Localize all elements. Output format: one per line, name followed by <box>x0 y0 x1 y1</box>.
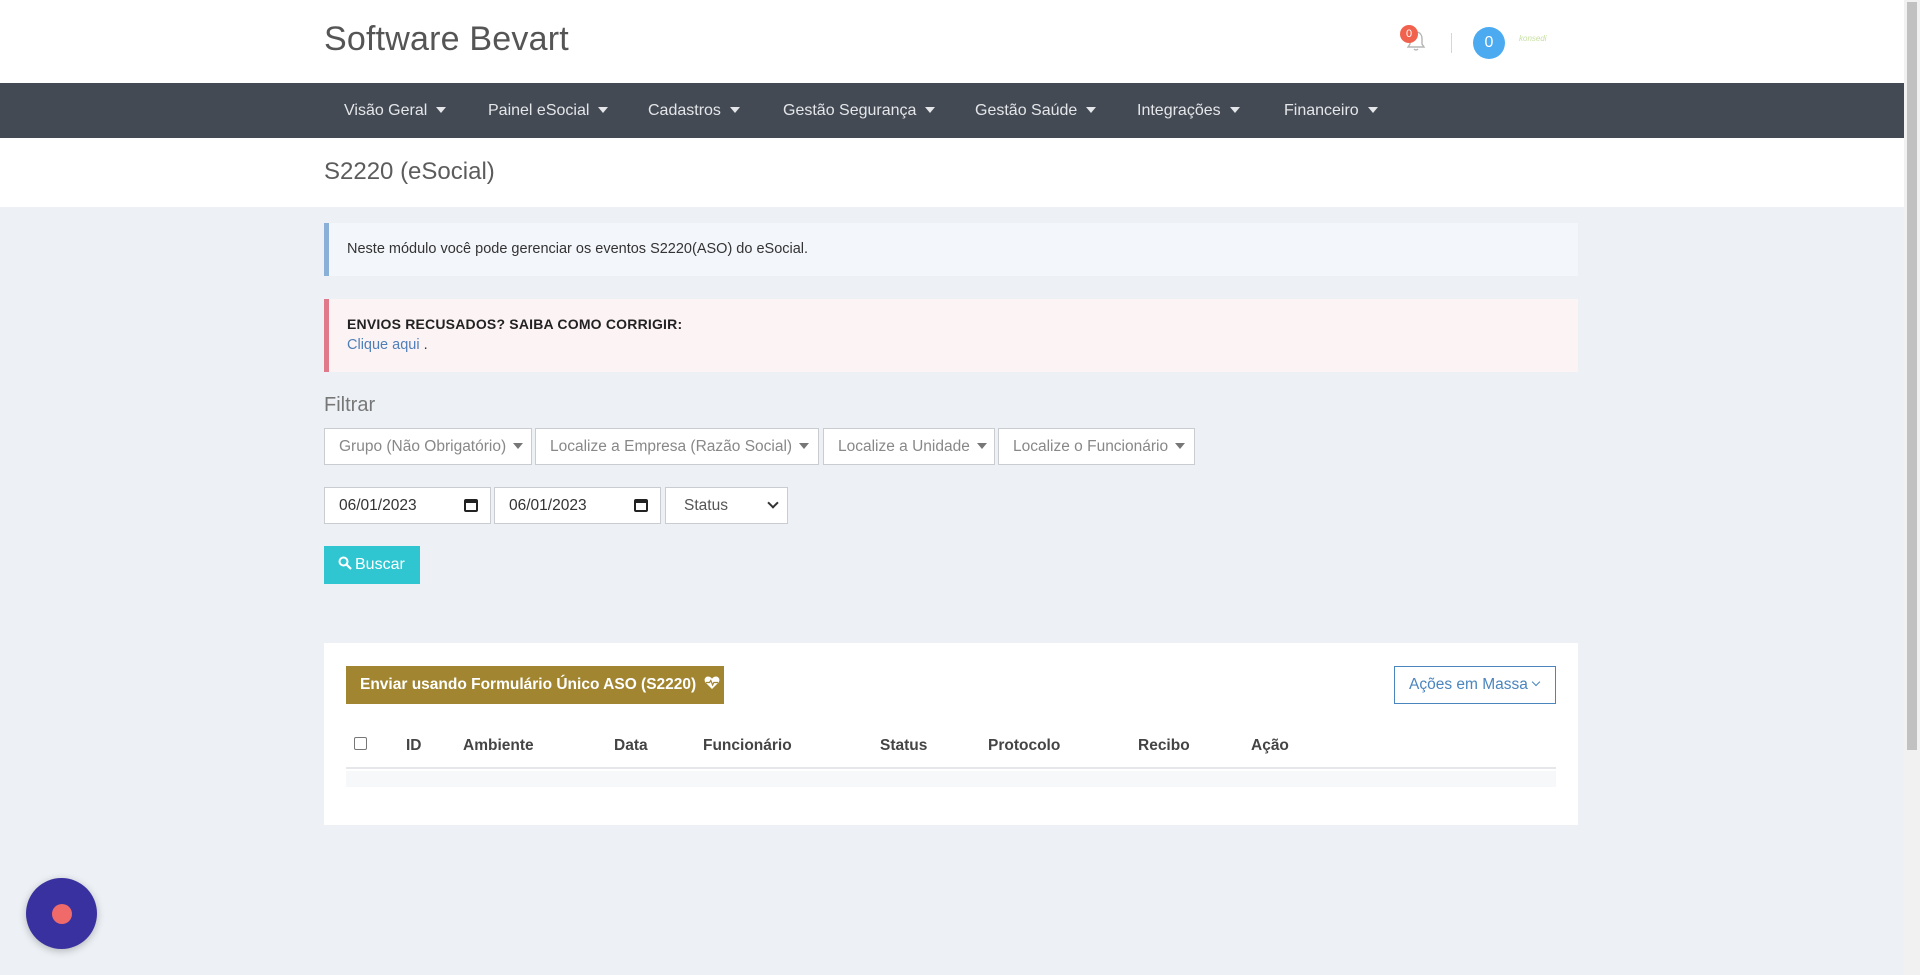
refused-alert-suffix: . <box>419 337 428 353</box>
scrollbar-thumb[interactable] <box>1907 2 1917 750</box>
caret-down-icon <box>729 106 740 113</box>
column-header[interactable]: Funcionário <box>703 737 792 755</box>
refused-alert-title: ENVIOS RECUSADOS? SAIBA COMO CORRIGIR: <box>347 316 683 332</box>
info-alert-text: Neste módulo você pode gerenciar os even… <box>347 241 809 257</box>
nav-painel-esocial[interactable]: Painel eSocial <box>488 83 609 138</box>
header-divider <box>1451 33 1452 53</box>
company-dropdown-label: Localize a Empresa (Razão Social) <box>550 438 793 455</box>
employee-dropdown[interactable]: Localize o Funcionário <box>998 428 1195 465</box>
mass-actions-label: Ações em Massa <box>1409 676 1528 693</box>
caret-down-icon <box>799 442 810 449</box>
chat-icon <box>52 904 72 924</box>
start-date-input[interactable]: 06/01/2023 <box>324 487 491 524</box>
filter-heading: Filtrar <box>324 394 376 416</box>
nav-label: Cadastros <box>648 102 721 119</box>
heartbeat-icon <box>704 676 719 689</box>
nav-label: Integrações <box>1137 102 1221 119</box>
chevron-down-icon <box>1531 677 1541 687</box>
company-dropdown[interactable]: Localize a Empresa (Razão Social) <box>535 428 819 465</box>
search-icon <box>338 556 352 570</box>
help-link[interactable]: Clique aqui <box>347 337 420 353</box>
info-alert: Neste módulo você pode gerenciar os even… <box>324 223 1578 276</box>
brand-title[interactable]: Software Bevart <box>324 20 569 59</box>
nav-label: Financeiro <box>1284 102 1359 119</box>
user-company-logo[interactable]: konsedi <box>1519 34 1547 43</box>
events-card: Enviar usando Formulário Único ASO (S222… <box>324 643 1578 825</box>
nav-integracoes[interactable]: Integrações <box>1137 83 1240 138</box>
table-header: ID Ambiente Data Funcionário Status Prot… <box>346 723 1556 769</box>
nav-visao-geral[interactable]: Visão Geral <box>344 83 447 138</box>
caret-down-icon <box>513 442 524 449</box>
chat-widget-button[interactable] <box>26 878 97 949</box>
caret-down-icon <box>1229 106 1240 113</box>
page-title-bar: S2220 (eSocial) <box>0 138 1904 207</box>
nav-gestao-saude[interactable]: Gestão Saúde <box>975 83 1097 138</box>
main-navbar: Visão Geral Painel eSocial Cadastros Ges… <box>0 83 1904 138</box>
send-aso-form-button[interactable]: Enviar usando Formulário Único ASO (S222… <box>346 666 724 704</box>
search-button[interactable]: Buscar <box>324 546 420 584</box>
unit-dropdown-label: Localize a Unidade <box>838 438 970 455</box>
group-dropdown[interactable]: Grupo (Não Obrigatório) <box>324 428 532 465</box>
page-title: S2220 (eSocial) <box>324 158 495 185</box>
column-header[interactable]: Ação <box>1251 737 1289 755</box>
notification-badge: 0 <box>1400 25 1418 43</box>
unit-dropdown[interactable]: Localize a Unidade <box>823 428 995 465</box>
search-button-label: Buscar <box>355 556 405 573</box>
nav-cadastros[interactable]: Cadastros <box>648 83 740 138</box>
calendar-icon[interactable] <box>464 499 478 512</box>
page-scrollbar[interactable] <box>1904 0 1920 975</box>
nav-gestao-seguranca[interactable]: Gestão Segurança <box>783 83 936 138</box>
end-date-input[interactable]: 06/01/2023 <box>494 487 661 524</box>
send-aso-label: Enviar usando Formulário Único ASO (S222… <box>360 676 697 693</box>
mass-actions-button[interactable]: Ações em Massa <box>1394 666 1556 704</box>
nav-label: Painel eSocial <box>488 102 590 119</box>
notifications-button[interactable]: 0 <box>1400 25 1428 56</box>
column-header[interactable]: Status <box>880 737 927 755</box>
nav-label: Gestão Saúde <box>975 102 1078 119</box>
caret-down-icon <box>1086 106 1097 113</box>
caret-down-icon <box>1367 106 1378 113</box>
column-header[interactable]: Protocolo <box>988 737 1060 755</box>
nav-label: Visão Geral <box>344 102 428 119</box>
column-header[interactable]: Data <box>614 737 648 755</box>
top-header: Software Bevart 0 0 konsedi <box>0 0 1904 83</box>
caret-down-icon <box>436 106 447 113</box>
chevron-down-icon <box>767 497 779 509</box>
employee-dropdown-label: Localize o Funcionário <box>1013 438 1169 455</box>
user-avatar[interactable]: 0 <box>1473 27 1505 59</box>
caret-down-icon <box>925 106 936 113</box>
calendar-icon[interactable] <box>634 499 648 512</box>
end-date-value: 06/01/2023 <box>509 497 587 514</box>
status-select[interactable]: Status <box>665 487 788 524</box>
column-header[interactable]: ID <box>406 737 422 755</box>
nav-financeiro[interactable]: Financeiro <box>1284 83 1378 138</box>
start-date-value: 06/01/2023 <box>339 497 417 514</box>
group-dropdown-label: Grupo (Não Obrigatório) <box>339 438 507 455</box>
column-header[interactable]: Ambiente <box>463 737 534 755</box>
status-select-value: Status <box>684 497 728 514</box>
refused-alert: ENVIOS RECUSADOS? SAIBA COMO CORRIGIR: C… <box>324 299 1578 372</box>
caret-down-icon <box>976 442 987 449</box>
nav-label: Gestão Segurança <box>783 102 917 119</box>
caret-down-icon <box>1175 442 1186 449</box>
caret-down-icon <box>598 106 609 113</box>
column-header[interactable]: Recibo <box>1138 737 1190 755</box>
table-body-empty <box>346 771 1556 787</box>
select-all-checkbox[interactable] <box>354 737 367 750</box>
